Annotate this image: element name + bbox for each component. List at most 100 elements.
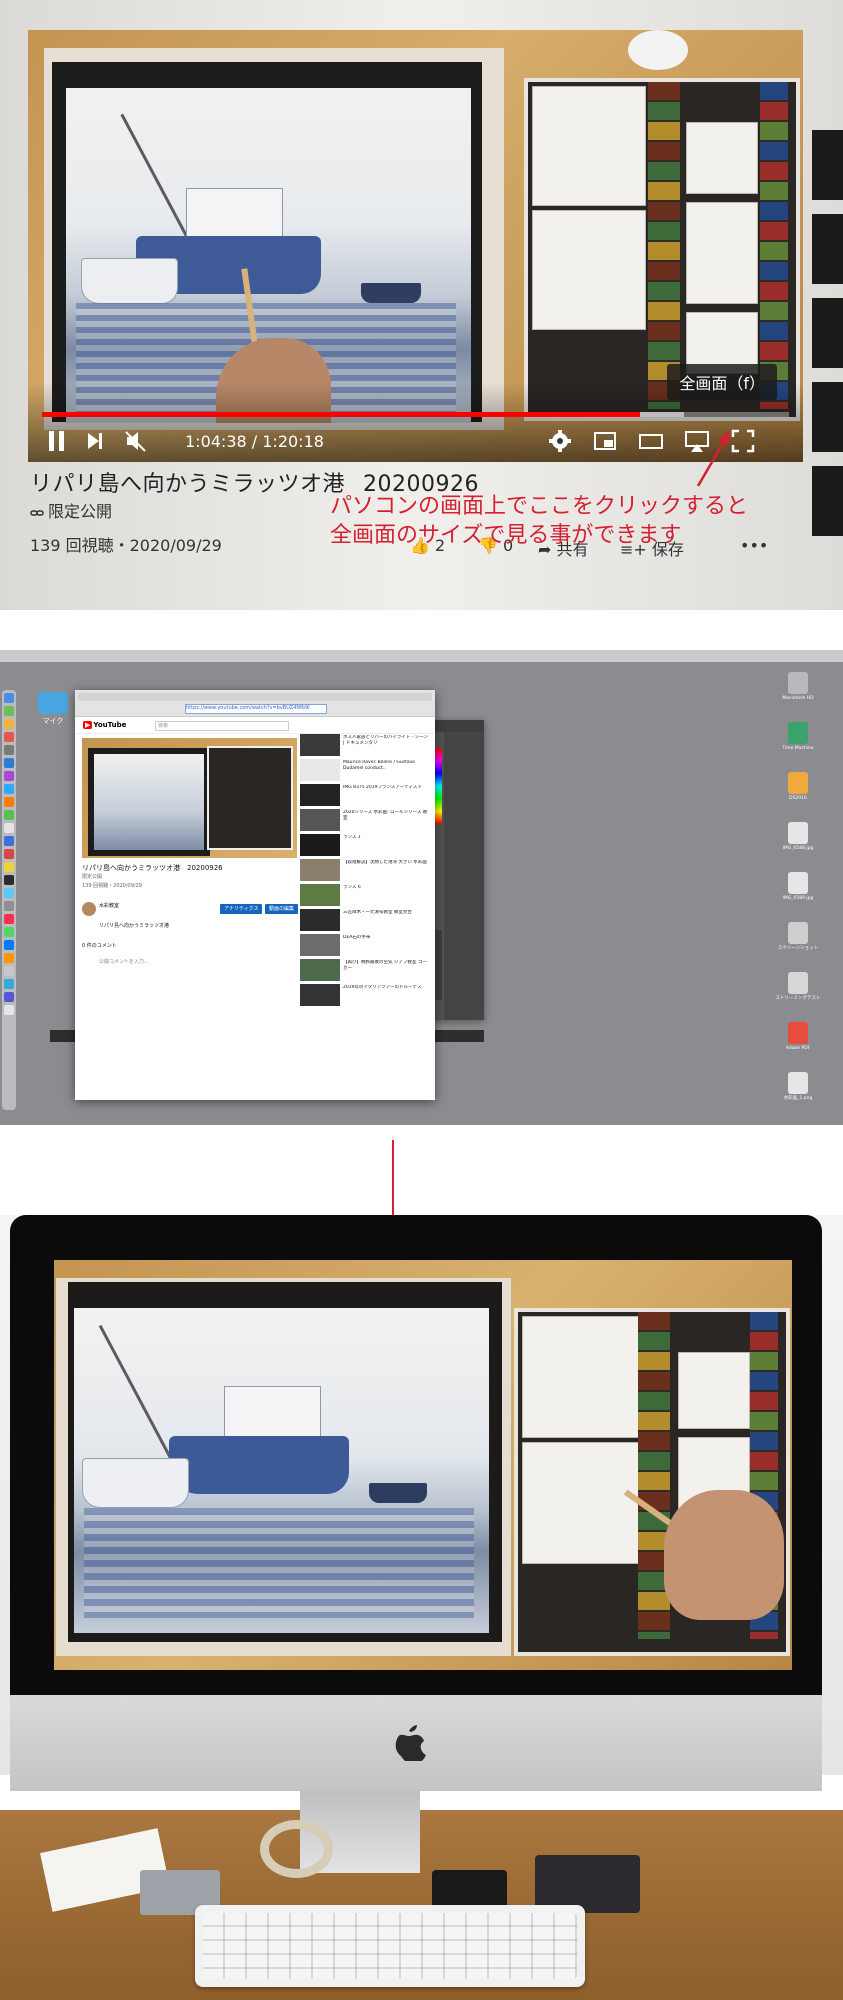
recommended-thumbnail[interactable] xyxy=(300,934,340,956)
desktop-file-icon[interactable]: スクリーンショット xyxy=(758,920,838,966)
analytics-button[interactable]: アナリティクス xyxy=(220,904,263,914)
channel-avatar[interactable] xyxy=(82,902,96,916)
panel-desktop-screenshot: マイク https://www.youtube.com/watch?v=bvBU… xyxy=(0,650,843,1125)
dock-app-icon[interactable] xyxy=(4,784,14,794)
dock-app-icon[interactable] xyxy=(4,732,14,742)
recommended-item[interactable]: 三匹目木・一元清号教室 教室見合 xyxy=(300,909,432,931)
dock-app-icon[interactable] xyxy=(4,745,14,755)
video-player[interactable]: 全画面（f） 1:04:38 / 1:20:18 xyxy=(28,30,803,462)
dock-app-icon[interactable] xyxy=(4,940,14,950)
dock-app-icon[interactable] xyxy=(4,797,14,807)
desktop-file-icon[interactable]: IMG_6588.jpg xyxy=(758,820,838,866)
dock-app-icon[interactable] xyxy=(4,914,14,924)
browser-window[interactable]: https://www.youtube.com/watch?v=bvBUZ4Nf… xyxy=(75,690,435,1100)
progress-bar[interactable] xyxy=(42,412,789,417)
recommended-title[interactable]: ランス 1 xyxy=(343,835,431,856)
recommended-title[interactable]: 【再び】晩秋最後の空気 ジアプ教室 ゴーカー xyxy=(343,960,431,981)
recommended-list: ホス人家族とリバーのハイライト - シーン | ドキュメンタリ Maurice R… xyxy=(300,734,432,1009)
dock-app-icon[interactable] xyxy=(4,875,14,885)
recommended-item[interactable]: 2020シリーズ 水彩画: ロールシリーズ 教室 xyxy=(300,809,432,831)
magic-keyboard xyxy=(195,1905,585,1987)
recommended-title[interactable]: DEA石の手帯 xyxy=(343,935,431,956)
recommended-thumbnail[interactable] xyxy=(300,959,340,981)
file-icon xyxy=(788,1022,808,1044)
file-icon xyxy=(788,922,808,944)
dock-app-icon[interactable] xyxy=(4,901,14,911)
recommended-title[interactable]: ランス 6 xyxy=(343,885,431,906)
palette-well xyxy=(522,1316,639,1438)
recommended-title[interactable]: IMG 8375 2019フランスアーティスト xyxy=(343,785,431,806)
photoshop-hue-slider[interactable] xyxy=(434,748,442,824)
dock-app-icon[interactable] xyxy=(4,953,14,963)
youtube-header: ▶ YouTube 検索 xyxy=(75,717,435,734)
desktop-file-label: ストリーミングテスト xyxy=(775,996,821,1001)
recommended-item[interactable]: DEA石の手帯 xyxy=(300,934,432,956)
recommended-thumbnail[interactable] xyxy=(300,834,340,856)
youtube-search-input[interactable]: 検索 xyxy=(155,721,289,731)
mini-views-and-date: 139 回視聴・2020/09/29 xyxy=(82,883,142,889)
recommended-thumbnail[interactable] xyxy=(300,859,340,881)
dock-app-icon[interactable] xyxy=(4,966,14,976)
desktop-file-icon[interactable]: Adobe PDF xyxy=(758,1020,838,1066)
pause-button[interactable] xyxy=(46,428,68,454)
recommended-title[interactable]: ホス人家族とリバーのハイライト - シーン | ドキュメンタリ xyxy=(343,735,431,756)
miniplayer-button[interactable] xyxy=(592,428,618,454)
recommended-item[interactable]: ランス 1 xyxy=(300,834,432,856)
dock-app-icon[interactable] xyxy=(4,836,14,846)
recommended-item[interactable]: Maurice Ravel: Bolero / Gustavo Dudamel … xyxy=(300,759,432,781)
dock-app-icon[interactable] xyxy=(4,927,14,937)
desktop-file-icon[interactable]: Macintosh HD xyxy=(758,670,838,716)
dock-app-icon[interactable] xyxy=(4,719,14,729)
recommended-thumbnail[interactable] xyxy=(300,784,340,806)
mute-button[interactable] xyxy=(124,428,148,454)
recommended-item[interactable]: ホス人家族とリバーのハイライト - シーン | ドキュメンタリ xyxy=(300,734,432,756)
dock-app-icon[interactable] xyxy=(4,979,14,989)
mini-video-player[interactable] xyxy=(82,738,297,858)
dock-app-icon[interactable] xyxy=(4,810,14,820)
recommended-thumbnail[interactable] xyxy=(300,884,340,906)
dock-app-icon[interactable] xyxy=(4,693,14,703)
dock-app-icon[interactable] xyxy=(4,706,14,716)
desktop-file-icon[interactable]: ストリーミングテスト xyxy=(758,970,838,1016)
desktop-file-icon[interactable]: IMG_6589.jpg xyxy=(758,870,838,916)
recommended-item[interactable]: 【段階解説】沈黙した港湾 大きい 水彩画 xyxy=(300,859,432,881)
dock-app-icon[interactable] xyxy=(4,823,14,833)
edit-video-button[interactable]: 動画の編集 xyxy=(265,904,299,914)
recommended-thumbnail[interactable] xyxy=(300,759,340,781)
recommended-item[interactable]: 2019年のイタリアツアーのドルーテス xyxy=(300,984,432,1006)
desktop-file-icon[interactable]: Time Machine xyxy=(758,720,838,766)
browser-url-bar[interactable]: https://www.youtube.com/watch?v=bvBUZ4Nf… xyxy=(185,704,327,714)
recommended-title[interactable]: 2020シリーズ 水彩画: ロールシリーズ 教室 xyxy=(343,810,431,831)
recommended-thumbnail[interactable] xyxy=(300,984,340,1006)
dock-app-icon[interactable] xyxy=(4,888,14,898)
imac-screen xyxy=(10,1215,822,1695)
desktop-file-icon[interactable]: 水彩画_1.png xyxy=(758,1070,838,1116)
dock-app-icon[interactable] xyxy=(4,849,14,859)
dock-app-icon[interactable] xyxy=(4,862,14,872)
theater-mode-button[interactable] xyxy=(638,428,664,454)
dock-app-icon[interactable] xyxy=(4,992,14,1002)
recommended-item[interactable]: 【再び】晩秋最後の空気 ジアプ教室 ゴーカー xyxy=(300,959,432,981)
next-button[interactable] xyxy=(84,428,106,454)
recommended-title[interactable]: 【段階解説】沈黙した港湾 大きい 水彩画 xyxy=(343,860,431,881)
recommended-item[interactable]: ランス 6 xyxy=(300,884,432,906)
recommended-thumbnail[interactable] xyxy=(300,734,340,756)
desktop-folder-icon[interactable] xyxy=(38,692,68,714)
dock-app-icon[interactable] xyxy=(4,758,14,768)
settings-button[interactable] xyxy=(548,428,572,454)
desktop-file-icon[interactable]: DS2016 xyxy=(758,770,838,816)
dock-app-icon[interactable] xyxy=(4,1005,14,1015)
recommended-title[interactable]: Maurice Ravel: Bolero / Gustavo Dudamel … xyxy=(343,760,431,781)
recommended-title[interactable]: 三匹目木・一元清号教室 教室見合 xyxy=(343,910,431,931)
browser-tab-row[interactable] xyxy=(78,693,432,701)
channel-name[interactable]: 水彩教室 xyxy=(99,902,119,909)
recommended-title[interactable]: 2019年のイタリアツアーのドルーテス xyxy=(343,985,431,1006)
desktop-file-label: Adobe PDF xyxy=(785,1046,811,1051)
recommended-item[interactable]: IMG 8375 2019フランスアーティスト xyxy=(300,784,432,806)
recommended-thumbnail[interactable] xyxy=(300,909,340,931)
comment-input[interactable]: 公開コメントを入力... xyxy=(99,958,149,965)
youtube-logo[interactable]: ▶ YouTube xyxy=(83,721,126,729)
dock-app-icon[interactable] xyxy=(4,771,14,781)
recommended-thumbnail[interactable] xyxy=(300,809,340,831)
fullscreen-video[interactable] xyxy=(54,1260,792,1670)
